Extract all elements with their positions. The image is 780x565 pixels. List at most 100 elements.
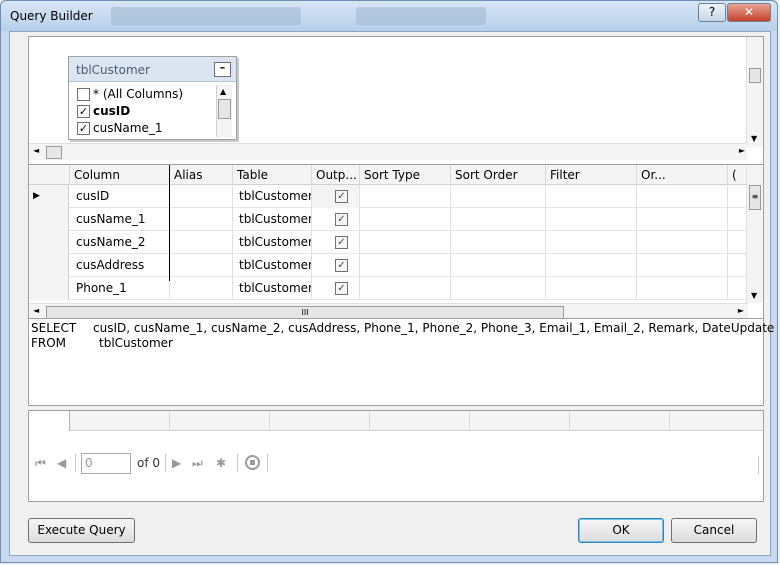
last-record-icon[interactable]: ⏭ bbox=[192, 456, 203, 471]
grid-cell-or[interactable] bbox=[637, 277, 728, 300]
grid-cell-table[interactable]: tblCustomer bbox=[233, 254, 312, 277]
grid-row[interactable]: cusAddress tblCustomer ✓ bbox=[29, 254, 749, 277]
new-record-icon[interactable]: ✱ bbox=[216, 456, 226, 470]
row-selector[interactable] bbox=[29, 208, 69, 231]
grid-cell-column[interactable]: cusName_2 bbox=[70, 231, 170, 254]
grid-row[interactable]: cusName_2 tblCustomer ✓ bbox=[29, 231, 749, 254]
table-widget[interactable]: tblCustomer – * (All Columns) ✓ cusID ✓ … bbox=[68, 56, 237, 140]
grid-cell-output[interactable]: ✓ bbox=[312, 208, 360, 231]
table-widget-header[interactable]: tblCustomer – bbox=[69, 57, 236, 82]
grid-cell-sort-type[interactable] bbox=[360, 254, 451, 277]
column-item-all[interactable]: * (All Columns) bbox=[69, 86, 220, 103]
first-record-icon[interactable]: ⏮ bbox=[35, 456, 46, 471]
grid-cell-or[interactable] bbox=[637, 231, 728, 254]
results-pane[interactable]: ⏮ ◀ 0 of 0 ▶ ⏭ ✱ bbox=[28, 410, 764, 502]
close-button[interactable]: ✕ bbox=[727, 3, 771, 22]
scroll-right-arrow-icon[interactable]: ► bbox=[738, 306, 744, 315]
grid-header-sort-order[interactable]: Sort Order bbox=[451, 165, 546, 185]
criteria-grid[interactable]: Column Alias Table Outp... Sort Type Sor… bbox=[28, 164, 764, 322]
grid-cell-or[interactable] bbox=[637, 208, 728, 231]
grid-cell-column[interactable]: cusAddress bbox=[70, 254, 170, 277]
scroll-down-arrow-icon[interactable]: ▼ bbox=[751, 134, 757, 143]
grid-row[interactable]: Phone_1 tblCustomer ✓ bbox=[29, 277, 749, 300]
output-checkbox[interactable]: ✓ bbox=[335, 259, 348, 272]
column-item-cusid[interactable]: ✓ cusID bbox=[69, 103, 220, 120]
grid-cell-filter[interactable] bbox=[546, 231, 637, 254]
grid-header-alias[interactable]: Alias bbox=[170, 165, 233, 185]
scroll-thumb[interactable]: ≡ bbox=[749, 185, 761, 210]
scroll-right-arrow-icon[interactable]: ► bbox=[739, 146, 745, 155]
grid-header-column[interactable]: Column bbox=[70, 165, 170, 185]
output-checkbox[interactable]: ✓ bbox=[335, 236, 348, 249]
grid-cell-output[interactable]: ✓ bbox=[312, 277, 360, 300]
grid-cell-or[interactable] bbox=[637, 185, 728, 208]
table-widget-scrollbar[interactable]: ▲ bbox=[216, 85, 232, 137]
diagram-vertical-scrollbar[interactable]: ▼ bbox=[746, 37, 763, 147]
row-selector[interactable] bbox=[29, 277, 69, 300]
grid-cell-output[interactable]: ✓ bbox=[312, 185, 360, 208]
grid-row[interactable]: cusName_1 tblCustomer ✓ bbox=[29, 208, 749, 231]
grid-cell-table[interactable]: tblCustomer bbox=[233, 231, 312, 254]
grid-header-filter[interactable]: Filter bbox=[546, 165, 637, 185]
grid-cell-table[interactable]: tblCustomer bbox=[233, 208, 312, 231]
grid-cell-sort-type[interactable] bbox=[360, 231, 451, 254]
grid-header-output[interactable]: Outp... bbox=[312, 165, 360, 185]
grid-cell-table[interactable]: tblCustomer bbox=[233, 277, 312, 300]
output-checkbox[interactable]: ✓ bbox=[335, 282, 348, 295]
previous-record-icon[interactable]: ◀ bbox=[57, 456, 66, 470]
ok-button[interactable]: OK bbox=[578, 518, 664, 543]
column-checkbox[interactable]: ✓ bbox=[77, 105, 90, 118]
scroll-thumb[interactable] bbox=[749, 68, 761, 83]
diagram-pane[interactable]: tblCustomer – * (All Columns) ✓ cusID ✓ … bbox=[28, 36, 764, 183]
output-checkbox[interactable]: ✓ bbox=[335, 190, 348, 203]
diagram-horizontal-scrollbar[interactable]: ◄ ► bbox=[29, 143, 747, 160]
grid-cell-filter[interactable] bbox=[546, 185, 637, 208]
scroll-thumb[interactable] bbox=[46, 146, 62, 159]
scroll-left-arrow-icon[interactable]: ◄ bbox=[33, 306, 39, 315]
output-checkbox[interactable]: ✓ bbox=[335, 213, 348, 226]
grid-cell-sort-order[interactable] bbox=[451, 277, 546, 300]
grid-cell-filter[interactable] bbox=[546, 277, 637, 300]
scroll-up-arrow-icon[interactable]: ▲ bbox=[220, 87, 226, 96]
minimize-table-button[interactable]: – bbox=[214, 62, 231, 77]
row-selector[interactable]: ▶ bbox=[29, 185, 69, 208]
grid-cell-sort-type[interactable] bbox=[360, 208, 451, 231]
grid-cell-column[interactable]: Phone_1 bbox=[70, 277, 170, 300]
grid-cell-alias[interactable] bbox=[170, 254, 233, 277]
column-checkbox[interactable]: ✓ bbox=[77, 122, 90, 135]
grid-cell-sort-order[interactable] bbox=[451, 208, 546, 231]
cancel-button[interactable]: Cancel bbox=[671, 518, 757, 543]
grid-cell-alias[interactable] bbox=[170, 208, 233, 231]
grid-cell-column[interactable]: cusName_1 bbox=[70, 208, 170, 231]
grid-cell-alias[interactable] bbox=[170, 185, 233, 208]
grid-cell-sort-order[interactable] bbox=[451, 185, 546, 208]
grid-cell-table[interactable]: tblCustomer bbox=[233, 185, 312, 208]
scroll-down-arrow-icon[interactable]: ▼ bbox=[751, 291, 757, 300]
grid-cell-filter[interactable] bbox=[546, 208, 637, 231]
grid-cell-sort-order[interactable] bbox=[451, 254, 546, 277]
sql-pane[interactable]: SELECT cusID, cusName_1, cusName_2, cusAd… bbox=[28, 318, 774, 406]
grid-cell-alias[interactable] bbox=[170, 277, 233, 300]
stop-icon[interactable] bbox=[245, 455, 260, 470]
grid-cell-output[interactable]: ✓ bbox=[312, 231, 360, 254]
scroll-thumb[interactable] bbox=[218, 99, 231, 119]
grid-cell-output[interactable]: ✓ bbox=[312, 254, 360, 277]
scroll-left-arrow-icon[interactable]: ◄ bbox=[33, 146, 39, 155]
grid-cell-sort-order[interactable] bbox=[451, 231, 546, 254]
grid-cell-or[interactable] bbox=[637, 254, 728, 277]
grid-cell-alias[interactable] bbox=[170, 231, 233, 254]
record-position-input[interactable]: 0 bbox=[81, 453, 131, 474]
title-bar[interactable]: Query Builder ? ✕ bbox=[1, 1, 777, 31]
grid-cell-filter[interactable] bbox=[546, 254, 637, 277]
grid-cell-column[interactable]: cusID bbox=[70, 185, 170, 208]
column-item-cusname-1[interactable]: ✓ cusName_1 bbox=[69, 120, 220, 137]
grid-cell-sort-type[interactable] bbox=[360, 185, 451, 208]
grid-cell-sort-type[interactable] bbox=[360, 277, 451, 300]
help-button[interactable]: ? bbox=[698, 3, 726, 22]
row-selector[interactable] bbox=[29, 231, 69, 254]
grid-header-or[interactable]: Or... bbox=[637, 165, 728, 185]
grid-header-table[interactable]: Table bbox=[233, 165, 312, 185]
execute-query-button[interactable]: Execute Query bbox=[28, 518, 135, 543]
column-checkbox[interactable] bbox=[77, 88, 90, 101]
grid-header-sort-type[interactable]: Sort Type bbox=[360, 165, 451, 185]
